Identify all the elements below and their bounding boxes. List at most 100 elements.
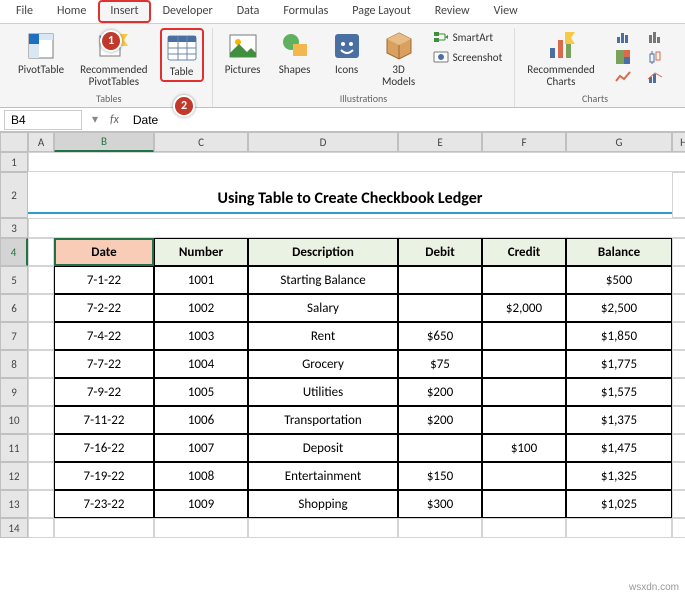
cell-num-11[interactable]: 1007	[154, 434, 248, 462]
cell-debit-13[interactable]: $300	[398, 490, 482, 518]
cell-H7[interactable]	[672, 322, 685, 350]
name-box-dropdown[interactable]: ▾	[86, 112, 104, 127]
rowhdr-4[interactable]: 4	[0, 238, 28, 266]
cell-num-9[interactable]: 1005	[154, 378, 248, 406]
cell-num-7[interactable]: 1003	[154, 322, 248, 350]
cell-date-9[interactable]: 7-9-22	[54, 378, 154, 406]
cell-A13[interactable]	[28, 490, 54, 518]
rowhdr-1[interactable]: 1	[0, 152, 28, 172]
cell-A8[interactable]	[28, 350, 54, 378]
colhdr-D[interactable]: D	[248, 132, 398, 152]
cell-H2[interactable]	[672, 172, 685, 218]
cell-num-10[interactable]: 1006	[154, 406, 248, 434]
select-all-corner[interactable]	[0, 132, 28, 152]
cell-A6[interactable]	[28, 294, 54, 322]
cell-date-8[interactable]: 7-7-22	[54, 350, 154, 378]
rowhdr-5[interactable]: 5	[0, 266, 28, 294]
tab-data[interactable]: Data	[225, 0, 272, 23]
title-merged[interactable]: Using Table to Create Checkbook Ledger	[28, 172, 672, 218]
cell-num-12[interactable]: 1008	[154, 462, 248, 490]
file-menu[interactable]: File	[4, 0, 45, 23]
rowhdr-2[interactable]: 2	[0, 172, 28, 218]
cell-credit-9[interactable]	[482, 378, 566, 406]
cell-date-5[interactable]: 7-1-22	[54, 266, 154, 294]
cell-F14[interactable]	[482, 518, 566, 538]
cell-number-header[interactable]: Number	[154, 238, 248, 266]
cell-bal-5[interactable]: $500	[566, 266, 672, 294]
chart-type-bar[interactable]	[611, 28, 635, 46]
cell-credit-6[interactable]: $2,000	[482, 294, 566, 322]
cell-num-5[interactable]: 1001	[154, 266, 248, 294]
cell-H5[interactable]	[672, 266, 685, 294]
cell-debit-12[interactable]: $150	[398, 462, 482, 490]
cell-B14[interactable]	[54, 518, 154, 538]
shapes-button[interactable]: Shapes	[273, 28, 317, 78]
name-box[interactable]	[4, 110, 82, 130]
cell-empty-row3[interactable]	[28, 218, 685, 238]
chart-type-column2[interactable]	[643, 28, 667, 46]
chart-type-hierarchy[interactable]	[611, 48, 635, 66]
cell-credit-8[interactable]	[482, 350, 566, 378]
cell-bal-12[interactable]: $1,325	[566, 462, 672, 490]
cell-desc-13[interactable]: Shopping	[248, 490, 398, 518]
cell-credit-13[interactable]	[482, 490, 566, 518]
colhdr-F[interactable]: F	[482, 132, 566, 152]
cell-credit-5[interactable]	[482, 266, 566, 294]
cell-date-13[interactable]: 7-23-22	[54, 490, 154, 518]
cell-B4-date-header[interactable]: Date	[54, 238, 154, 266]
cell-bal-11[interactable]: $1,475	[566, 434, 672, 462]
cell-debit-10[interactable]: $200	[398, 406, 482, 434]
tab-view[interactable]: View	[482, 0, 530, 23]
rowhdr-3[interactable]: 3	[0, 218, 28, 238]
colhdr-H[interactable]: H	[672, 132, 685, 152]
rowhdr-13[interactable]: 13	[0, 490, 28, 518]
cell-bal-7[interactable]: $1,850	[566, 322, 672, 350]
cell-credit-10[interactable]	[482, 406, 566, 434]
chart-type-stat[interactable]	[643, 48, 667, 66]
pivottable-button[interactable]: PivotTable	[14, 28, 68, 78]
cell-debit-header[interactable]: Debit	[398, 238, 482, 266]
worksheet-grid[interactable]: A B C D E F G H 1 2 Using Table to Creat…	[0, 132, 685, 538]
rowhdr-6[interactable]: 6	[0, 294, 28, 322]
rowhdr-12[interactable]: 12	[0, 462, 28, 490]
rowhdr-14[interactable]: 14	[0, 518, 28, 538]
cell-balance-header[interactable]: Balance	[566, 238, 672, 266]
cell-debit-5[interactable]	[398, 266, 482, 294]
rowhdr-7[interactable]: 7	[0, 322, 28, 350]
cell-date-6[interactable]: 7-2-22	[54, 294, 154, 322]
cell-C14[interactable]	[154, 518, 248, 538]
cell-desc-6[interactable]: Salary	[248, 294, 398, 322]
cell-date-12[interactable]: 7-19-22	[54, 462, 154, 490]
cell-debit-6[interactable]	[398, 294, 482, 322]
tab-home[interactable]: Home	[45, 0, 98, 23]
3d-models-button[interactable]: 3D Models	[377, 28, 421, 90]
cell-debit-9[interactable]: $200	[398, 378, 482, 406]
recommended-charts-button[interactable]: Recommended Charts	[523, 28, 598, 90]
cell-credit-header[interactable]: Credit	[482, 238, 566, 266]
cell-desc-9[interactable]: Utilities	[248, 378, 398, 406]
tab-formulas[interactable]: Formulas	[271, 0, 340, 23]
pictures-button[interactable]: Pictures	[221, 28, 265, 78]
cell-H13[interactable]	[672, 490, 685, 518]
cell-D14[interactable]	[248, 518, 398, 538]
cell-H8[interactable]	[672, 350, 685, 378]
cell-A10[interactable]	[28, 406, 54, 434]
cell-bal-13[interactable]: $1,025	[566, 490, 672, 518]
cell-desc-7[interactable]: Rent	[248, 322, 398, 350]
cell-E14[interactable]	[398, 518, 482, 538]
rowhdr-9[interactable]: 9	[0, 378, 28, 406]
cell-debit-7[interactable]: $650	[398, 322, 482, 350]
colhdr-G[interactable]: G	[566, 132, 672, 152]
rowhdr-8[interactable]: 8	[0, 350, 28, 378]
colhdr-A[interactable]: A	[28, 132, 54, 152]
cell-H11[interactable]	[672, 434, 685, 462]
rowhdr-11[interactable]: 11	[0, 434, 28, 462]
colhdr-E[interactable]: E	[398, 132, 482, 152]
cell-A12[interactable]	[28, 462, 54, 490]
cell-A5[interactable]	[28, 266, 54, 294]
cell-desc-5[interactable]: Starting Balance	[248, 266, 398, 294]
colhdr-C[interactable]: C	[154, 132, 248, 152]
cell-A9[interactable]	[28, 378, 54, 406]
cell-credit-12[interactable]	[482, 462, 566, 490]
cell-G14[interactable]	[566, 518, 672, 538]
